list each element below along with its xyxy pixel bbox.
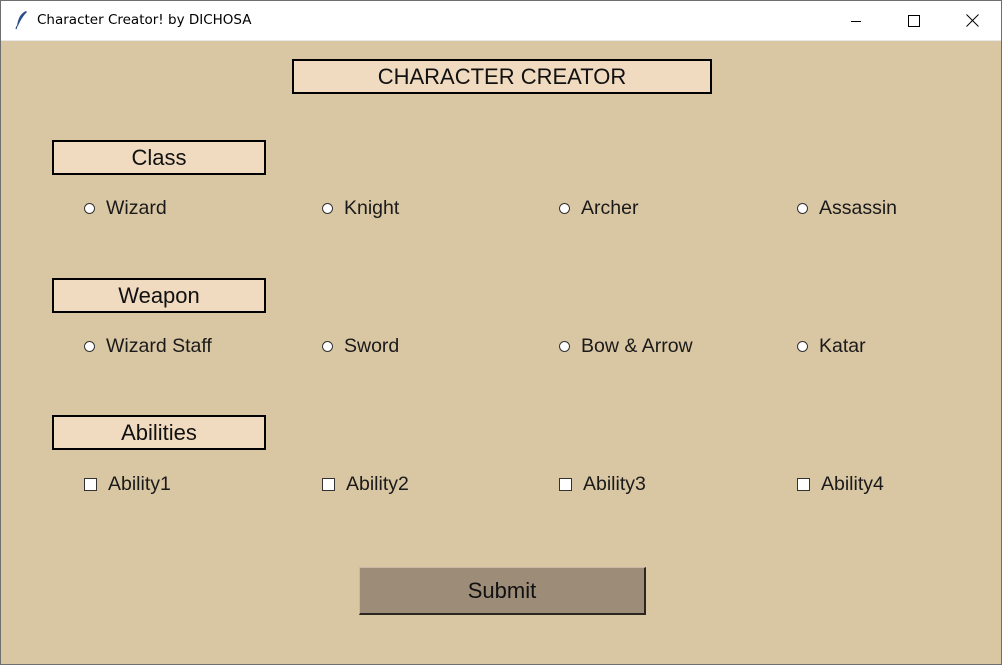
option-label: Ability1	[108, 472, 171, 495]
title-bar[interactable]: Character Creator! by DICHOSA	[1, 1, 1001, 41]
option-label: Wizard	[106, 196, 167, 219]
feather-icon	[15, 10, 29, 30]
submit-button[interactable]: Submit	[359, 567, 646, 615]
window-title: Character Creator! by DICHOSA	[37, 12, 252, 28]
checkbox-icon[interactable]	[559, 477, 572, 491]
checkbox-icon[interactable]	[797, 477, 810, 491]
page-title: CHARACTER CREATOR	[292, 59, 712, 94]
class-radio-archer[interactable]: Archer	[559, 196, 638, 220]
option-label: Katar	[819, 334, 866, 357]
close-icon	[965, 14, 979, 27]
radio-button-icon[interactable]	[559, 340, 570, 352]
option-label: Assassin	[819, 196, 898, 219]
class-section-label: Class	[52, 140, 266, 175]
option-label: Wizard Staff	[106, 334, 212, 357]
option-label: Archer	[581, 196, 639, 219]
radio-button-icon[interactable]	[797, 340, 808, 352]
radio-button-icon[interactable]	[322, 202, 333, 214]
radio-button-icon[interactable]	[84, 202, 95, 214]
class-radio-knight[interactable]: Knight	[322, 196, 399, 220]
class-radio-wizard[interactable]: Wizard	[84, 196, 167, 220]
ability-checkbox-1[interactable]: Ability1	[84, 472, 171, 496]
minimize-icon	[850, 15, 862, 27]
radio-button-icon[interactable]	[797, 202, 808, 214]
ability-checkbox-4[interactable]: Ability4	[797, 472, 884, 496]
checkbox-icon[interactable]	[84, 477, 97, 491]
form-area: CHARACTER CREATOR Class Wizard Knight Ar…	[1, 41, 1001, 664]
option-label: Ability4	[821, 472, 884, 495]
option-label: Bow & Arrow	[581, 334, 693, 357]
radio-button-icon[interactable]	[559, 202, 570, 214]
weapon-radio-bow-and-arrow[interactable]: Bow & Arrow	[559, 334, 693, 358]
ability-checkbox-3[interactable]: Ability3	[559, 472, 646, 496]
close-button[interactable]	[943, 1, 1001, 40]
option-label: Knight	[344, 196, 400, 219]
abilities-section-label: Abilities	[52, 415, 266, 450]
option-label: Sword	[344, 334, 400, 357]
weapon-radio-wizard-staff[interactable]: Wizard Staff	[84, 334, 212, 358]
option-label: Ability2	[346, 472, 409, 495]
maximize-button[interactable]	[885, 1, 943, 40]
app-window: Character Creator! by DICHOSA CHARACTER …	[0, 0, 1002, 665]
weapon-radio-katar[interactable]: Katar	[797, 334, 866, 358]
radio-button-icon[interactable]	[84, 340, 95, 352]
class-radio-assassin[interactable]: Assassin	[797, 196, 897, 220]
weapon-radio-sword[interactable]: Sword	[322, 334, 399, 358]
checkbox-icon[interactable]	[322, 477, 335, 491]
weapon-section-label: Weapon	[52, 278, 266, 313]
ability-checkbox-2[interactable]: Ability2	[322, 472, 409, 496]
minimize-button[interactable]	[827, 1, 885, 40]
option-label: Ability3	[583, 472, 646, 495]
maximize-icon	[908, 14, 920, 27]
radio-button-icon[interactable]	[322, 340, 333, 352]
